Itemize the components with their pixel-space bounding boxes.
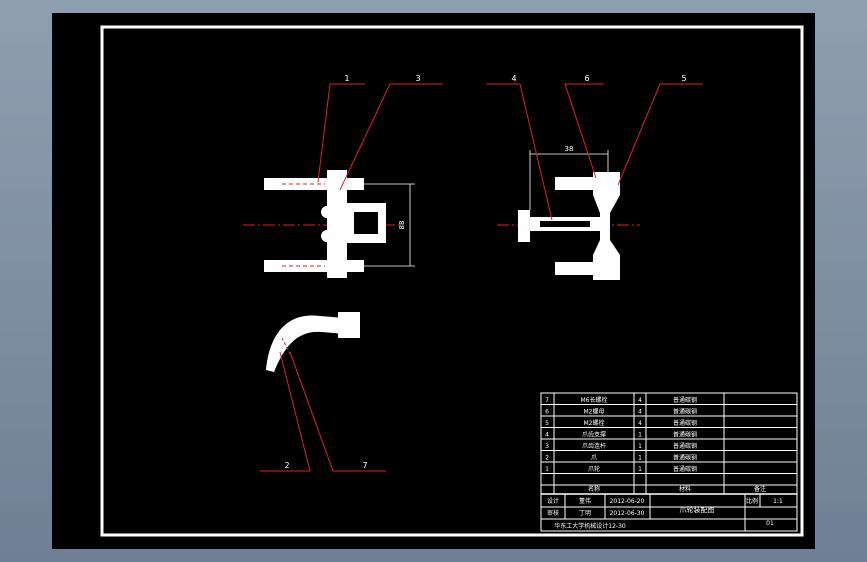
part-no: 3 [545,443,549,450]
header-name: 名称 [588,485,600,493]
claw-hub [338,312,360,338]
side-arm-slot [540,221,590,227]
part-no: 5 [545,420,549,427]
part-material: 普通碳钢 [673,396,697,404]
part-material: 普通碳钢 [673,442,697,450]
dim-horizontal-label: 38 [565,145,574,153]
part-name: M2螺母 [584,408,605,416]
balloon-4: 4 [511,74,516,83]
checker-label: 审核 [547,509,559,517]
part-material: 普通碳钢 [673,408,697,416]
part-no: 1 [545,466,549,473]
balloon-5: 5 [681,74,686,83]
part-no: 7 [545,397,549,404]
designer-name: 董伟 [579,497,591,505]
front-housing-slot [354,212,378,234]
drawing-title: 爪轮装配图 [680,505,715,514]
part-no: 4 [545,432,549,439]
school-label: 华东工大学机械设计12-30 [554,522,626,530]
designer-label: 设计 [547,497,559,505]
balloon-3: 3 [415,74,420,83]
part-qty: 4 [638,397,642,404]
side-upper-bar [555,177,593,190]
part-no: 6 [545,409,549,416]
part-qty: 4 [638,420,642,427]
balloon-1: 1 [344,74,349,83]
sheet-number: 01 [766,520,774,527]
part-qty: 1 [638,432,642,439]
part-name: M6长螺栓 [581,396,608,404]
design-date: 2012-06-20 [610,498,645,505]
part-name: 爪齿连杆 [582,442,606,450]
pin-lower [321,230,333,242]
checker-name: 丁明 [579,510,591,517]
part-qty: 1 [638,455,642,462]
part-name: 爪齿支撑 [582,431,606,439]
header-note: 备注 [754,485,766,493]
part-qty: 4 [638,409,642,416]
check-date: 2012-06-30 [610,510,645,517]
part-qty: 1 [638,466,642,473]
part-material: 普通碳钢 [673,419,697,427]
balloon-6: 6 [584,74,589,83]
part-no: 2 [545,455,549,462]
drawing-canvas: 88 38 1 3 4 6 5 2 7 7 M6长螺栓 4 普通碳钢 6 M2螺… [52,13,815,549]
part-name: 爪 [591,455,597,462]
header-material: 材料 [679,485,691,493]
scale-value: 1:1 [773,498,783,505]
part-name: M2螺栓 [584,419,605,427]
side-lower-bar [555,262,593,275]
balloon-2: 2 [284,461,289,470]
dim-vertical-label: 88 [398,221,406,230]
drawing-sheet [52,13,815,549]
part-name: 爪轮 [588,465,600,473]
part-material: 普通碳钢 [673,465,697,473]
pin-upper [321,206,333,218]
part-material: 普通碳钢 [673,431,697,439]
scale-label: 比例 [746,497,758,505]
part-material: 普通碳钢 [673,454,697,462]
balloon-7: 7 [362,461,367,470]
part-qty: 1 [638,443,642,450]
